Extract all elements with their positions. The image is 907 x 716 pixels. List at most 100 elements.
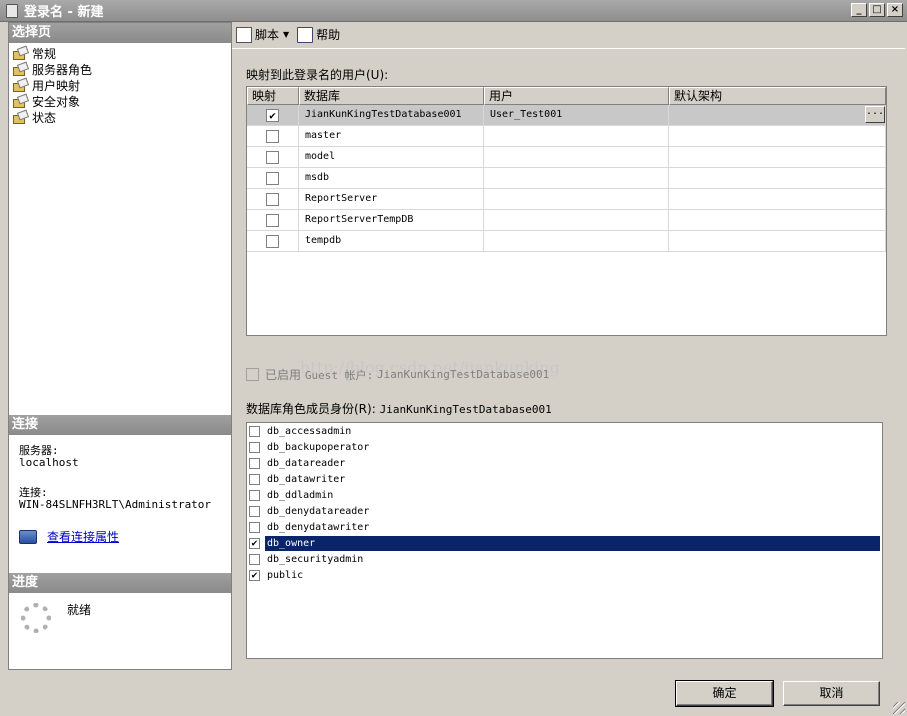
view-connection-properties-link[interactable]: 查看连接属性 [19, 528, 119, 545]
nav-item-label: 安全对象 [32, 94, 81, 109]
user-cell[interactable] [484, 147, 669, 167]
database-cell: msdb [299, 168, 484, 188]
list-item[interactable]: db_securityadmin [247, 551, 882, 567]
guest-account-option: 已启用 Guest 帐户: JianKunKingTestDatabase001 [246, 366, 549, 383]
database-cell: JianKunKingTestDatabase001 [299, 105, 484, 125]
nav-item-user-mapping[interactable]: 用户映射 [13, 77, 92, 93]
help-icon [297, 26, 314, 43]
schema-cell[interactable]: ... [669, 105, 886, 125]
nav-item-server-roles[interactable]: 服务器角色 [13, 61, 92, 77]
script-label: 脚本 [255, 28, 280, 42]
column-header-database[interactable]: 数据库 [299, 87, 484, 105]
role-checkbox[interactable] [249, 441, 260, 453]
close-button[interactable]: × [887, 3, 903, 17]
resize-grip-icon[interactable] [893, 702, 905, 714]
database-cell: master [299, 126, 484, 146]
database-cell: ReportServer [299, 189, 484, 209]
list-item[interactable]: db_backupoperator [247, 439, 882, 455]
schema-cell[interactable] [669, 147, 886, 167]
help-button[interactable]: 帮助 [297, 26, 340, 43]
browse-schema-button[interactable]: ... [865, 106, 885, 123]
role-checkbox[interactable]: ✔ [249, 569, 260, 581]
nav-item-status[interactable]: 状态 [13, 109, 92, 125]
script-icon [236, 26, 252, 43]
role-name: db_securityadmin [267, 553, 364, 565]
map-checkbox[interactable] [266, 192, 279, 206]
role-checkbox[interactable] [249, 489, 260, 501]
toolbar: 脚本 ▼ 帮助 [232, 22, 907, 47]
table-row[interactable]: ReportServerTempDB [247, 210, 886, 231]
role-checkbox[interactable] [249, 505, 260, 517]
mapping-label: 映射到此登录名的用户(U): [246, 68, 389, 82]
list-item[interactable]: db_datareader [247, 455, 882, 471]
role-name: db_accessadmin [267, 425, 352, 437]
list-item[interactable]: db_denydatareader [247, 503, 882, 519]
table-row[interactable]: model [247, 147, 886, 168]
user-cell[interactable]: User_Test001 [484, 105, 669, 125]
window-controls: _ □ × [851, 3, 903, 17]
user-cell[interactable] [484, 126, 669, 146]
role-checkbox[interactable] [249, 425, 260, 437]
user-cell[interactable] [484, 210, 669, 230]
table-row[interactable]: ✔ JianKunKingTestDatabase001 User_Test00… [247, 105, 886, 126]
maximize-button[interactable]: □ [869, 3, 885, 17]
table-row[interactable]: master [247, 126, 886, 147]
guest-database: JianKunKingTestDatabase001 [377, 368, 550, 381]
role-checkbox[interactable]: ✔ [249, 537, 260, 549]
column-header-mapped[interactable]: 映射 [247, 87, 299, 105]
user-mapping-grid: 映射 数据库 用户 默认架构 ✔ JianKunKingTestDatabase… [246, 86, 887, 336]
guest-label-account: Guest 帐户: [304, 368, 374, 382]
schema-cell[interactable] [669, 126, 886, 146]
select-page-header: 选择页 [9, 23, 231, 43]
list-item[interactable]: ✔ db_owner [247, 535, 882, 551]
map-checkbox[interactable] [266, 150, 279, 164]
list-item[interactable]: ✔ public [247, 567, 882, 583]
column-header-default-schema[interactable]: 默认架构 [669, 87, 886, 105]
ok-button[interactable]: 确定 [675, 680, 774, 707]
chevron-down-icon[interactable]: ▼ [283, 30, 289, 39]
cancel-button[interactable]: 取消 [783, 681, 880, 706]
grid-header: 映射 数据库 用户 默认架构 [247, 87, 886, 105]
column-header-user[interactable]: 用户 [484, 87, 669, 105]
schema-cell[interactable] [669, 168, 886, 188]
table-row[interactable]: msdb [247, 168, 886, 189]
page-nav-list: 常规 服务器角色 用户映射 安全对象 状态 [13, 45, 92, 125]
minimize-button[interactable]: _ [851, 3, 867, 17]
list-item[interactable]: db_denydatawriter [247, 519, 882, 535]
help-label: 帮助 [316, 28, 341, 42]
role-name: db_datareader [267, 457, 346, 469]
connection-properties-icon [19, 529, 37, 544]
role-membership-database: JianKunKingTestDatabase001 [379, 403, 552, 416]
table-row[interactable]: ReportServer [247, 189, 886, 210]
progress-spinner-icon [21, 603, 51, 633]
schema-cell[interactable] [669, 189, 886, 209]
schema-cell[interactable] [669, 231, 886, 251]
title-bar: 登录名 - 新建 _ □ × [0, 0, 907, 22]
role-checkbox[interactable] [249, 473, 260, 485]
list-item[interactable]: db_accessadmin [247, 423, 882, 439]
role-name: public [267, 569, 304, 581]
page-icon [13, 95, 27, 108]
view-connection-properties-label: 查看连接属性 [47, 530, 120, 544]
schema-cell[interactable] [669, 210, 886, 230]
page-icon [13, 63, 27, 76]
list-item[interactable]: db_ddladmin [247, 487, 882, 503]
map-checkbox[interactable]: ✔ [266, 108, 279, 122]
nav-item-general[interactable]: 常规 [13, 45, 92, 61]
table-row[interactable]: tempdb [247, 231, 886, 252]
user-cell[interactable] [484, 168, 669, 188]
map-checkbox[interactable] [266, 234, 279, 248]
user-cell[interactable] [484, 231, 669, 251]
database-cell: ReportServerTempDB [299, 210, 484, 230]
role-checkbox[interactable] [249, 553, 260, 565]
role-checkbox[interactable] [249, 457, 260, 469]
list-item[interactable]: db_datawriter [247, 471, 882, 487]
script-button[interactable]: 脚本 ▼ [236, 26, 289, 43]
map-checkbox[interactable] [266, 213, 279, 227]
map-checkbox[interactable] [266, 171, 279, 185]
server-value: localhost [19, 456, 79, 469]
map-checkbox[interactable] [266, 129, 279, 143]
role-checkbox[interactable] [249, 521, 260, 533]
user-cell[interactable] [484, 189, 669, 209]
nav-item-securables[interactable]: 安全对象 [13, 93, 92, 109]
